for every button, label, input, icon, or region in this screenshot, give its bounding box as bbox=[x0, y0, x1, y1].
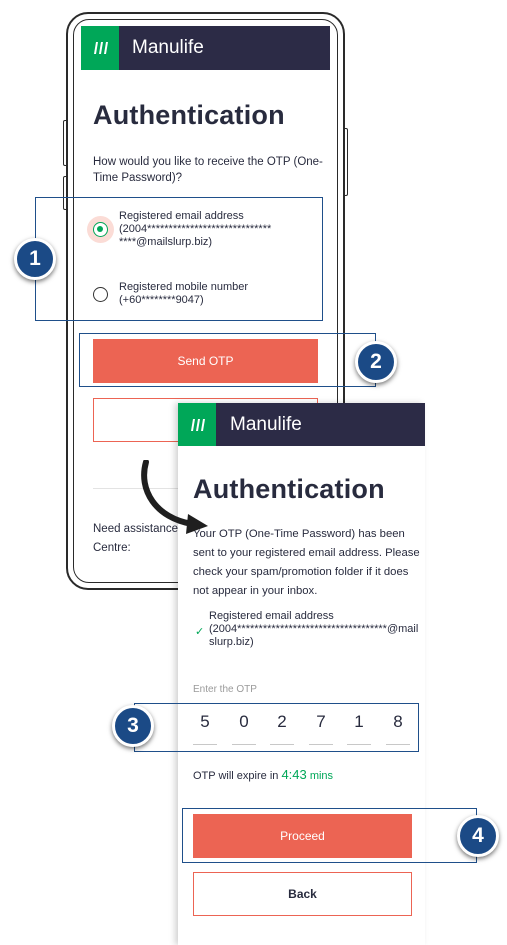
expiry-prefix: OTP will expire in bbox=[193, 770, 279, 782]
expiry-countdown: 4:43 bbox=[281, 767, 307, 782]
expiry-unit: mins bbox=[309, 770, 334, 782]
checkmark-icon: ✓ bbox=[195, 626, 205, 638]
brand-name-2: Manulife bbox=[230, 413, 302, 435]
callout-box-step-3 bbox=[134, 703, 419, 752]
otp-method-question: How would you like to receive the OTP (O… bbox=[93, 156, 323, 184]
curved-arrow-icon bbox=[141, 460, 208, 534]
registered-email-label: Registered email address bbox=[209, 610, 334, 622]
enter-otp-label: Enter the OTP bbox=[193, 684, 257, 695]
page-title-2: Authentication bbox=[193, 474, 385, 504]
back-button[interactable]: Back bbox=[193, 872, 412, 916]
step-badge-2: 2 bbox=[355, 341, 397, 383]
manulife-logo-icon bbox=[178, 403, 216, 446]
app-header-2: Manulife bbox=[178, 403, 425, 446]
step-badge-4: 4 bbox=[457, 815, 499, 857]
otp-expiry-text: OTP will expire in 4:43 mins bbox=[193, 767, 333, 782]
callout-box-step-2 bbox=[79, 333, 376, 387]
registered-email-info: Registered email address (2004**********… bbox=[209, 610, 423, 649]
brand-name: Manulife bbox=[132, 37, 204, 58]
app-header: Manulife bbox=[81, 26, 330, 70]
otp-sent-message: Your OTP (One-Time Password) has been se… bbox=[193, 528, 420, 597]
step-badge-1: 1 bbox=[14, 238, 56, 280]
step-badge-3: 3 bbox=[112, 705, 154, 747]
registered-email-value: (2004***********************************… bbox=[209, 623, 419, 648]
callout-box-step-1 bbox=[35, 197, 323, 321]
manulife-logo-icon bbox=[81, 26, 119, 70]
callout-box-step-4 bbox=[182, 808, 477, 863]
page-title: Authentication bbox=[93, 100, 285, 130]
